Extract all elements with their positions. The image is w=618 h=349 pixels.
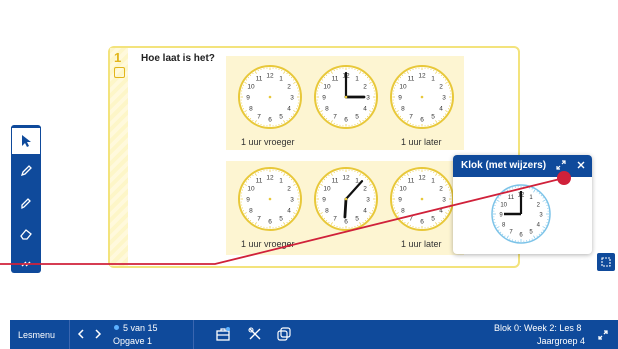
widget-clock-number: 11	[508, 195, 515, 201]
overlay-layer: 121234567891011	[0, 171, 571, 265]
red-drawing-endpoint	[557, 171, 571, 185]
widget-clock-number: 10	[500, 202, 507, 208]
red-drawing-line	[0, 177, 565, 265]
